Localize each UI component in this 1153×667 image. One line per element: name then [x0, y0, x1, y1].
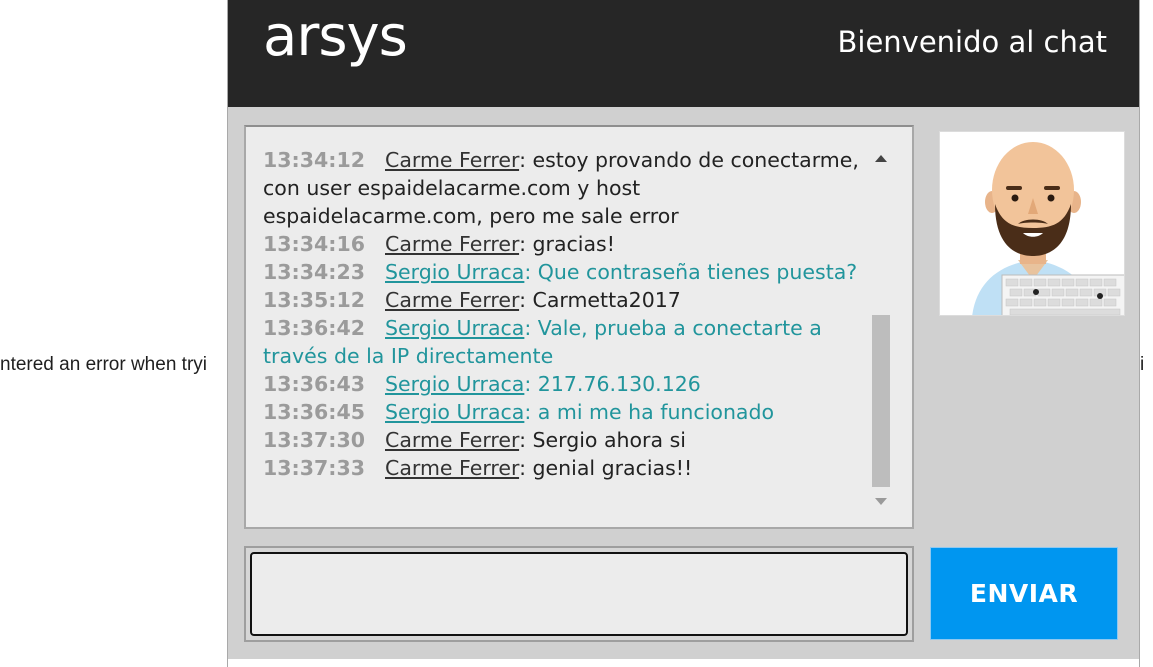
message-author-link[interactable]: Sergio Urraca	[385, 400, 524, 424]
message-text: gracias!	[532, 232, 615, 256]
message-text: Sergio ahora si	[532, 428, 686, 452]
chat-message: 13:36:43 Sergio Urraca: 217.76.130.126	[263, 370, 863, 398]
message-timestamp: 13:36:43	[263, 372, 365, 396]
author-separator: :	[524, 400, 538, 424]
author-separator: :	[524, 316, 538, 340]
message-timestamp: 13:37:30	[263, 428, 365, 452]
scroll-up-icon[interactable]	[875, 155, 887, 162]
author-separator: :	[519, 232, 533, 256]
message-timestamp: 13:34:16	[263, 232, 365, 256]
message-text: 217.76.130.126	[537, 372, 701, 396]
message-text: a mi me ha funcionado	[537, 400, 775, 424]
author-separator: :	[519, 428, 533, 452]
message-text: Que contraseña tienes puesta?	[537, 260, 858, 284]
message-timestamp: 13:36:42	[263, 316, 365, 340]
send-button[interactable]: ENVIAR	[930, 547, 1118, 640]
chat-message: 13:34:12 Carme Ferrer: estoy provando de …	[263, 146, 863, 230]
message-author-link[interactable]: Carme Ferrer	[385, 148, 519, 172]
agent-avatar	[939, 131, 1125, 316]
chat-message: 13:36:42 Sergio Urraca: Vale, prueba a co…	[263, 314, 863, 370]
message-timestamp: 13:34:12	[263, 148, 365, 172]
message-timestamp: 13:36:45	[263, 400, 365, 424]
message-author-link[interactable]: Sergio Urraca	[385, 316, 524, 340]
chat-message: 13:35:12 Carme Ferrer: Carmetta2017	[263, 286, 863, 314]
message-input-panel	[244, 546, 914, 642]
message-author-link[interactable]: Carme Ferrer	[385, 428, 519, 452]
author-separator: :	[519, 148, 533, 172]
chat-window: arsys Bienvenido al chat 13:34:12 Carme F…	[227, 0, 1140, 667]
author-separator: :	[524, 372, 538, 396]
arsys-logo: arsys	[263, 4, 408, 69]
chat-message: 13:36:45 Sergio Urraca: a mi me ha funcio…	[263, 398, 863, 426]
author-separator: :	[519, 456, 533, 480]
messages-scrollbar[interactable]	[870, 147, 892, 509]
scroll-thumb[interactable]	[872, 315, 890, 487]
window-bottom-edge	[228, 659, 1139, 667]
background-page-text-left: ntered an error when tryi	[0, 354, 207, 375]
messages-panel: 13:34:12 Carme Ferrer: estoy provando de …	[244, 125, 914, 529]
message-timestamp: 13:37:33	[263, 456, 365, 480]
chat-message: 13:34:16 Carme Ferrer: gracias!	[263, 230, 863, 258]
message-timestamp: 13:34:23	[263, 260, 365, 284]
chat-message: 13:34:23 Sergio Urraca: Que contraseña ti…	[263, 258, 863, 286]
message-input[interactable]	[250, 552, 908, 636]
chat-header: arsys Bienvenido al chat	[228, 0, 1139, 107]
chat-message: 13:37:33 Carme Ferrer: genial gracias!!	[263, 454, 863, 482]
message-author-link[interactable]: Carme Ferrer	[385, 288, 519, 312]
chat-message: 13:37:30 Carme Ferrer: Sergio ahora si	[263, 426, 863, 454]
author-separator: :	[519, 288, 533, 312]
author-separator: :	[524, 260, 538, 284]
message-text: genial gracias!!	[532, 456, 693, 480]
scroll-down-icon[interactable]	[875, 498, 887, 505]
agent-avatar-icon	[972, 142, 1124, 315]
background-page-text-right: i	[1140, 354, 1145, 375]
message-text: Carmetta2017	[532, 288, 681, 312]
message-author-link[interactable]: Carme Ferrer	[385, 456, 519, 480]
message-timestamp: 13:35:12	[263, 288, 365, 312]
message-author-link[interactable]: Sergio Urraca	[385, 372, 524, 396]
message-author-link[interactable]: Sergio Urraca	[385, 260, 524, 284]
message-list: 13:34:12 Carme Ferrer: estoy provando de …	[263, 146, 863, 482]
welcome-title: Bienvenido al chat	[837, 25, 1108, 59]
message-author-link[interactable]: Carme Ferrer	[385, 232, 519, 256]
